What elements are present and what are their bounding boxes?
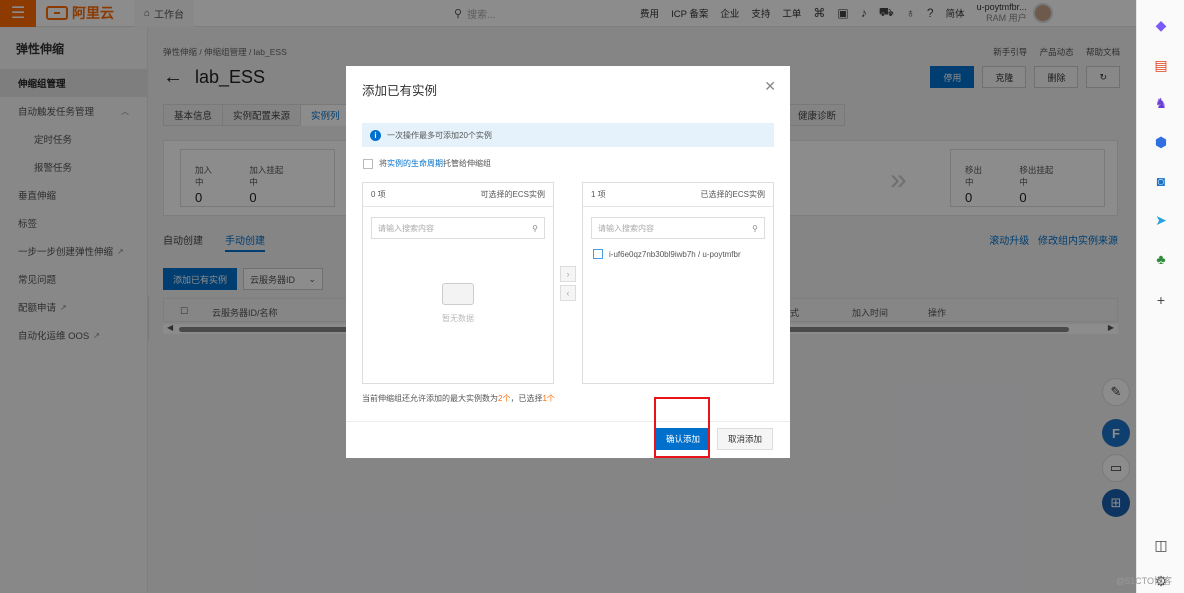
limit-text: 当前伸缩组还允许添加的最大实例数为2个，已选择1个 xyxy=(362,393,555,404)
available-search-input[interactable]: 请输入搜索内容 ⚲ xyxy=(371,217,545,239)
toolbox-icon[interactable]: ▤ xyxy=(1152,56,1170,74)
search-icon: ⚲ xyxy=(532,223,538,233)
hexagon-icon[interactable]: ⬢ xyxy=(1152,133,1170,151)
limit-text-b: ，已选择 xyxy=(510,394,543,403)
notice-text: 一次操作最多可添加20个实例 xyxy=(387,130,492,140)
info-icon: i xyxy=(370,129,381,141)
selected-count: 1 项 xyxy=(591,190,606,199)
move-left-button[interactable]: ‹ xyxy=(560,285,576,301)
selected-title: 已选择的ECS实例 xyxy=(700,190,765,199)
instance-checkbox[interactable] xyxy=(593,249,603,259)
watermark: @51CTO博客 xyxy=(1116,576,1172,586)
cancel-add-button[interactable]: 取消添加 xyxy=(717,428,773,450)
outlook-icon[interactable]: ◙ xyxy=(1152,172,1170,190)
search-placeholder: 请输入搜索内容 xyxy=(598,223,654,233)
send-icon[interactable]: ➤ xyxy=(1152,211,1170,229)
available-instances-panel: 0 项 可选择的ECS实例 请输入搜索内容 ⚲ 暂无数据 xyxy=(362,182,554,384)
tag-icon[interactable]: ◆ xyxy=(1152,16,1170,34)
add-icon[interactable]: + xyxy=(1152,291,1170,309)
empty-state: 暂无数据 xyxy=(363,283,553,324)
lifecycle-prefix: 将 xyxy=(379,159,387,168)
chess-icon[interactable]: ♞ xyxy=(1152,94,1170,112)
tree-icon[interactable]: ♣ xyxy=(1152,250,1170,268)
add-instance-dialog: 添加已有实例 ✕ i 一次操作最多可添加20个实例 将 实例的生命周期 托管给伸… xyxy=(346,66,790,458)
selected-number: 1个 xyxy=(542,394,555,403)
sidebar-toggle-icon[interactable]: ◫ xyxy=(1152,536,1170,554)
lifecycle-checkbox[interactable] xyxy=(363,158,373,169)
dialog-title: 添加已有实例 xyxy=(362,84,438,98)
selected-instances-panel: 1 项 已选择的ECS实例 请输入搜索内容 ⚲ i-uf6e0qz7nb30bl… xyxy=(582,182,774,384)
empty-text: 暂无数据 xyxy=(442,314,474,323)
annotation-highlight-box xyxy=(654,397,710,458)
right-dock: ◆ ▤ ♞ ⬢ ◙ ➤ ♣ + ◫ ⚙ xyxy=(1136,0,1184,593)
lifecycle-link[interactable]: 实例的生命周期 xyxy=(387,158,443,169)
available-title: 可选择的ECS实例 xyxy=(480,190,545,199)
info-notice: i 一次操作最多可添加20个实例 xyxy=(362,123,774,147)
move-right-button[interactable]: › xyxy=(560,266,576,282)
limit-text-a: 当前伸缩组还允许添加的最大实例数为 xyxy=(362,394,498,403)
instance-label: i-uf6e0qz7nb30bl9iwb7h / u-poytmfbr xyxy=(609,249,741,259)
search-placeholder: 请输入搜索内容 xyxy=(378,223,434,233)
transfer-buttons: › ‹ xyxy=(560,266,576,304)
lifecycle-suffix: 托管给伸缩组 xyxy=(443,159,491,168)
close-icon[interactable]: ✕ xyxy=(764,78,776,95)
lifecycle-option[interactable]: 将 实例的生命周期 托管给伸缩组 xyxy=(363,158,491,169)
selected-search-input[interactable]: 请输入搜索内容 ⚲ xyxy=(591,217,765,239)
empty-box-icon xyxy=(442,283,474,305)
list-item[interactable]: i-uf6e0qz7nb30bl9iwb7h / u-poytmfbr xyxy=(583,249,773,259)
limit-number: 2个 xyxy=(498,394,511,403)
dialog-divider xyxy=(346,421,790,422)
search-icon: ⚲ xyxy=(752,223,758,233)
available-count: 0 项 xyxy=(371,190,386,199)
